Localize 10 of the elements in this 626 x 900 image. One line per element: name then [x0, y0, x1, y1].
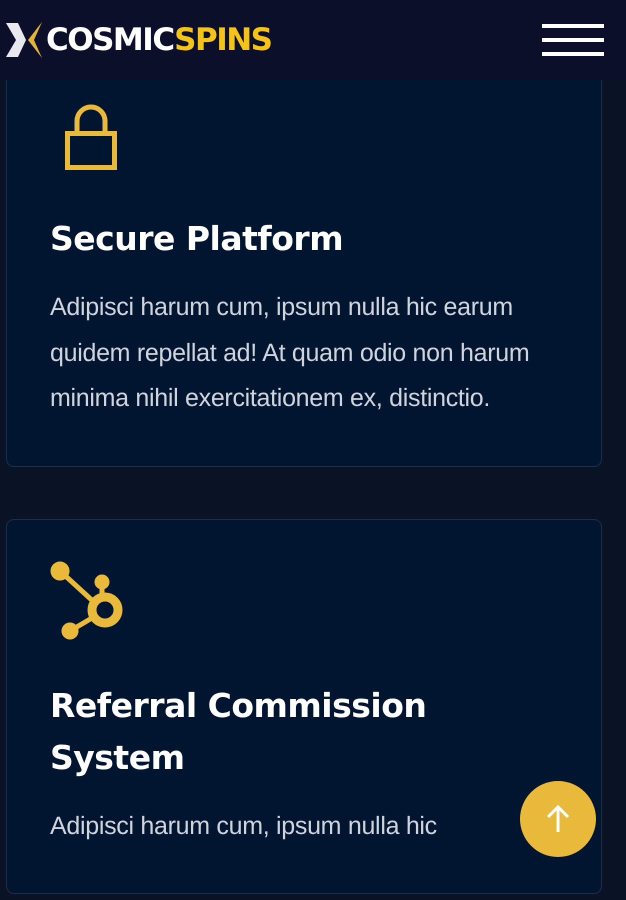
card-text: Adipisci harum cum, ipsum nulla hic earum quidem repellat ad! At quam odio non harum minima nihil exercitationem ex, distinctio.: [50, 292, 530, 414]
menu-icon: [542, 23, 604, 57]
card-title: Referral Commission System: [50, 684, 428, 778]
logo-icon: [4, 20, 44, 60]
up-arrow-icon: [546, 804, 570, 834]
padlock-icon: [63, 103, 119, 173]
logo-text[interactable]: COSMICSPINS: [46, 22, 272, 58]
menu-button[interactable]: [542, 23, 604, 57]
card-title: Secure Platform: [50, 218, 344, 260]
card-text: Adipisci harum cum, ipsum nulla hic: [50, 810, 437, 842]
